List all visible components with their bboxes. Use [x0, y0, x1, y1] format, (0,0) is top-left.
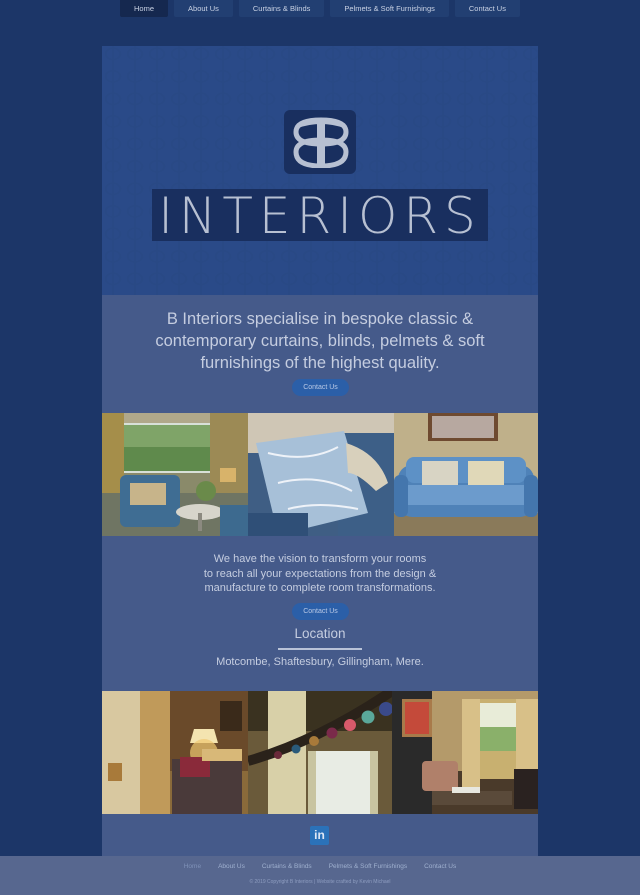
main-container: INTERIORS B Interiors specialise in besp…: [102, 46, 538, 856]
nav-curtains-blinds[interactable]: Curtains & Blinds: [238, 0, 325, 17]
contact-us-button-2[interactable]: Contact Us: [292, 603, 349, 620]
intro-text: B Interiors specialise in bespoke classi…: [102, 308, 538, 374]
nav-about-us[interactable]: About Us: [174, 0, 233, 17]
location-text: Motcombe, Shaftesbury, Gillingham, Mere.: [216, 656, 424, 668]
intro-line-3: furnishings of the highest quality.: [200, 354, 440, 372]
footer-link-pelmets-soft-furnishings[interactable]: Pelmets & Soft Furnishings: [329, 863, 407, 870]
lamp-room-photo: [102, 691, 248, 814]
vision-line-2: to reach all your expectations from the …: [203, 567, 437, 580]
photo-row-1: [102, 413, 538, 536]
top-navigation: Home About Us Curtains & Blinds Pelmets …: [0, 0, 640, 17]
sitting-room-photo: [392, 691, 538, 814]
nav-contact-us[interactable]: Contact Us: [454, 0, 520, 17]
location-divider: [278, 648, 362, 650]
linkedin-icon[interactable]: in: [310, 826, 329, 845]
living-room-photo: [102, 413, 248, 536]
footer-link-contact-us[interactable]: Contact Us: [424, 863, 456, 870]
footer-link-about-us[interactable]: About Us: [218, 863, 245, 870]
footer-link-curtains-blinds[interactable]: Curtains & Blinds: [262, 863, 312, 870]
brand-wordmark: INTERIORS: [158, 187, 482, 245]
sofa-photo: [394, 413, 538, 536]
intro-line-2: contemporary curtains, blinds, pelmets &…: [155, 332, 485, 350]
vision-line-1: We have the vision to transform your roo…: [213, 553, 427, 565]
footer: Home About Us Curtains & Blinds Pelmets …: [0, 856, 640, 895]
footer-copyright: © 2019 Copyright B Interiors | Website c…: [249, 879, 391, 885]
cushion-photo: [248, 413, 394, 536]
footer-links: Home About Us Curtains & Blinds Pelmets …: [0, 863, 640, 870]
location-title: Location: [294, 626, 346, 641]
hero-banner: INTERIORS: [102, 46, 538, 295]
nav-pelmets-soft-furnishings[interactable]: Pelmets & Soft Furnishings: [330, 0, 449, 17]
footer-link-home[interactable]: Home: [184, 863, 201, 870]
pompom-trim-photo: [248, 691, 392, 814]
photo-row-2: [102, 691, 538, 814]
nav-home[interactable]: Home: [120, 0, 169, 17]
vision-line-3: manufacture to complete room transformat…: [204, 582, 436, 595]
b-monogram-icon: [293, 117, 349, 168]
vision-text: We have the vision to transform your roo…: [102, 552, 538, 596]
contact-us-button[interactable]: Contact Us: [292, 379, 349, 396]
intro-line-1: B Interiors specialise in bespoke classi…: [166, 310, 474, 328]
